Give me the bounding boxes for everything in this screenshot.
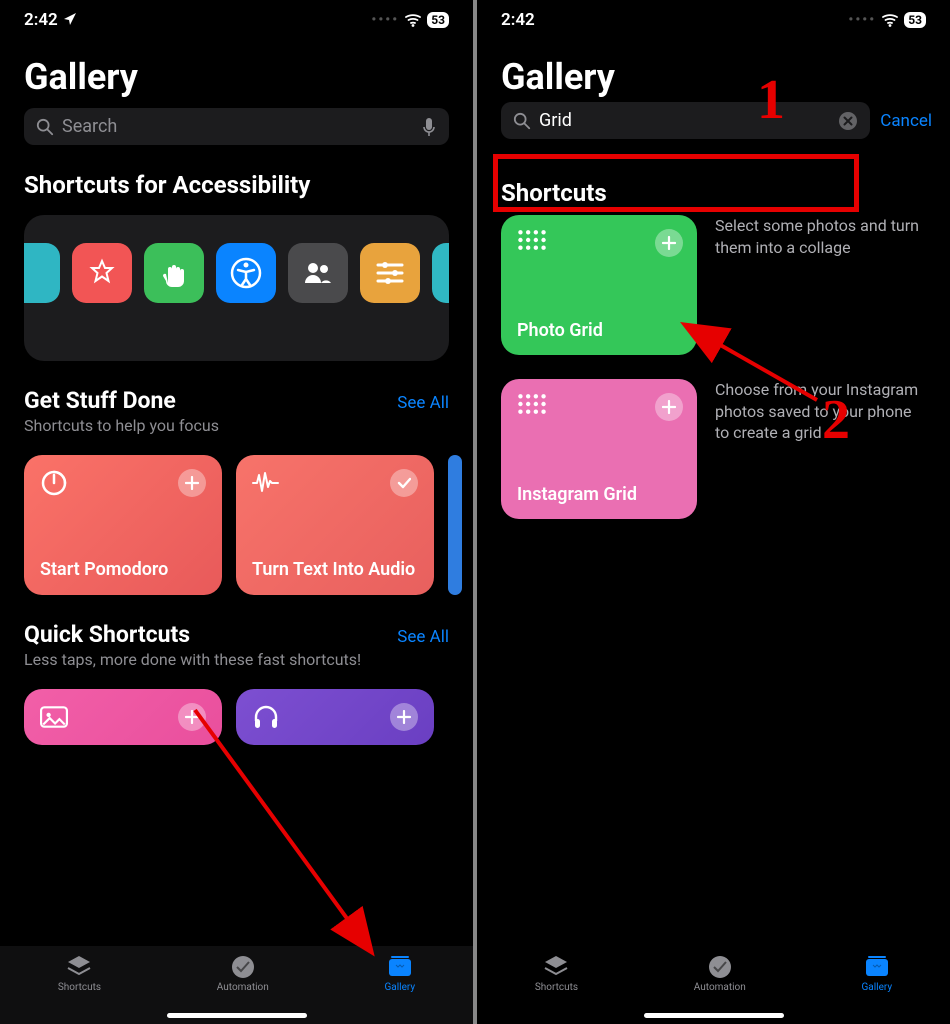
clear-icon[interactable]: [838, 111, 858, 131]
tab-gallery[interactable]: Gallery: [861, 954, 892, 993]
search-field[interactable]: [501, 102, 870, 139]
left-screenshot: 2:42 •••• 53 Gallery Shortcuts for Acces…: [0, 0, 473, 1024]
add-badge[interactable]: [178, 703, 206, 731]
wifi-icon: [405, 12, 421, 28]
tile-label: Turn Text Into Audio: [252, 559, 418, 581]
accessibility-heading: Shortcuts for Accessibility: [0, 145, 473, 207]
check-circle-icon: [230, 954, 256, 980]
image-icon: [40, 703, 68, 731]
app-icon-teal2: [432, 243, 449, 303]
app-icon-sliders: [360, 243, 420, 303]
get-stuff-heading: Get Stuff Done: [24, 387, 176, 414]
timer-icon: [40, 469, 68, 497]
cancel-button[interactable]: Cancel: [880, 111, 932, 131]
result-photo-grid[interactable]: Photo Grid: [501, 215, 697, 355]
gallery-icon: [387, 954, 413, 980]
quick-subtitle: Less taps, more done with these fast sho…: [0, 650, 473, 681]
search-input[interactable]: [62, 116, 421, 137]
accessibility-card[interactable]: [24, 215, 449, 361]
tab-label: Automation: [217, 982, 269, 993]
see-all-link[interactable]: See All: [397, 627, 449, 647]
app-icon-accessibility: [216, 243, 276, 303]
page-title: Gallery: [477, 34, 950, 102]
waveform-icon: [252, 469, 280, 497]
status-time: 2:42: [501, 10, 535, 30]
mic-icon[interactable]: [421, 117, 437, 137]
tab-label: Gallery: [861, 982, 892, 993]
grid-icon: [517, 393, 547, 415]
wifi-icon: [882, 12, 898, 28]
result-desc: Select some photos and turn them into a …: [715, 215, 926, 258]
see-all-link[interactable]: See All: [397, 393, 449, 413]
results-heading: Shortcuts: [477, 139, 950, 215]
battery-badge: 53: [427, 12, 449, 28]
status-bar: 2:42 •••• 53: [477, 0, 950, 34]
search-field[interactable]: [24, 108, 449, 145]
search-input[interactable]: [539, 110, 838, 131]
add-badge[interactable]: [390, 703, 418, 731]
tile-start-pomodoro[interactable]: Start Pomodoro: [24, 455, 222, 595]
tab-label: Shortcuts: [535, 982, 578, 993]
right-screenshot: 2:42 •••• 53 Gallery Cancel Shortcuts Ph…: [477, 0, 950, 1024]
app-icon-star: [72, 243, 132, 303]
check-badge: [390, 469, 418, 497]
app-icon-teal: [24, 243, 60, 303]
status-time: 2:42: [24, 10, 58, 30]
result-label: Instagram Grid: [517, 484, 681, 505]
result-instagram-grid[interactable]: Instagram Grid: [501, 379, 697, 519]
tile-turn-text-audio[interactable]: Turn Text Into Audio: [236, 455, 434, 595]
search-icon: [513, 112, 531, 130]
status-bar: 2:42 •••• 53: [0, 0, 473, 34]
battery-badge: 53: [904, 12, 926, 28]
tile-pink[interactable]: [24, 689, 222, 745]
tile-peek[interactable]: [448, 455, 462, 595]
cell-dots: ••••: [371, 12, 399, 28]
home-indicator[interactable]: [644, 1013, 784, 1018]
app-icon-people: [288, 243, 348, 303]
tab-shortcuts[interactable]: Shortcuts: [58, 954, 101, 993]
add-badge[interactable]: [178, 469, 206, 497]
tile-label: Start Pomodoro: [40, 559, 206, 581]
tile-purple[interactable]: [236, 689, 434, 745]
tab-automation[interactable]: Automation: [217, 954, 269, 993]
add-badge[interactable]: [655, 229, 683, 257]
check-circle-icon: [707, 954, 733, 980]
tab-label: Shortcuts: [58, 982, 101, 993]
add-badge[interactable]: [655, 393, 683, 421]
home-indicator[interactable]: [167, 1013, 307, 1018]
headphones-icon: [252, 703, 280, 731]
page-title: Gallery: [0, 34, 473, 108]
tab-label: Gallery: [384, 982, 415, 993]
tab-label: Automation: [694, 982, 746, 993]
gallery-icon: [864, 954, 890, 980]
app-icon-hand: [144, 243, 204, 303]
tab-automation[interactable]: Automation: [694, 954, 746, 993]
tab-gallery[interactable]: Gallery: [384, 954, 415, 993]
get-stuff-subtitle: Shortcuts to help you focus: [0, 416, 473, 447]
location-icon: [62, 12, 78, 28]
cell-dots: ••••: [848, 12, 876, 28]
layers-icon: [66, 954, 92, 980]
result-desc: Choose from your Instagram photos saved …: [715, 379, 926, 444]
search-icon: [36, 118, 54, 136]
quick-heading: Quick Shortcuts: [24, 621, 190, 648]
grid-icon: [517, 229, 547, 251]
layers-icon: [543, 954, 569, 980]
result-label: Photo Grid: [517, 320, 681, 341]
tab-shortcuts[interactable]: Shortcuts: [535, 954, 578, 993]
